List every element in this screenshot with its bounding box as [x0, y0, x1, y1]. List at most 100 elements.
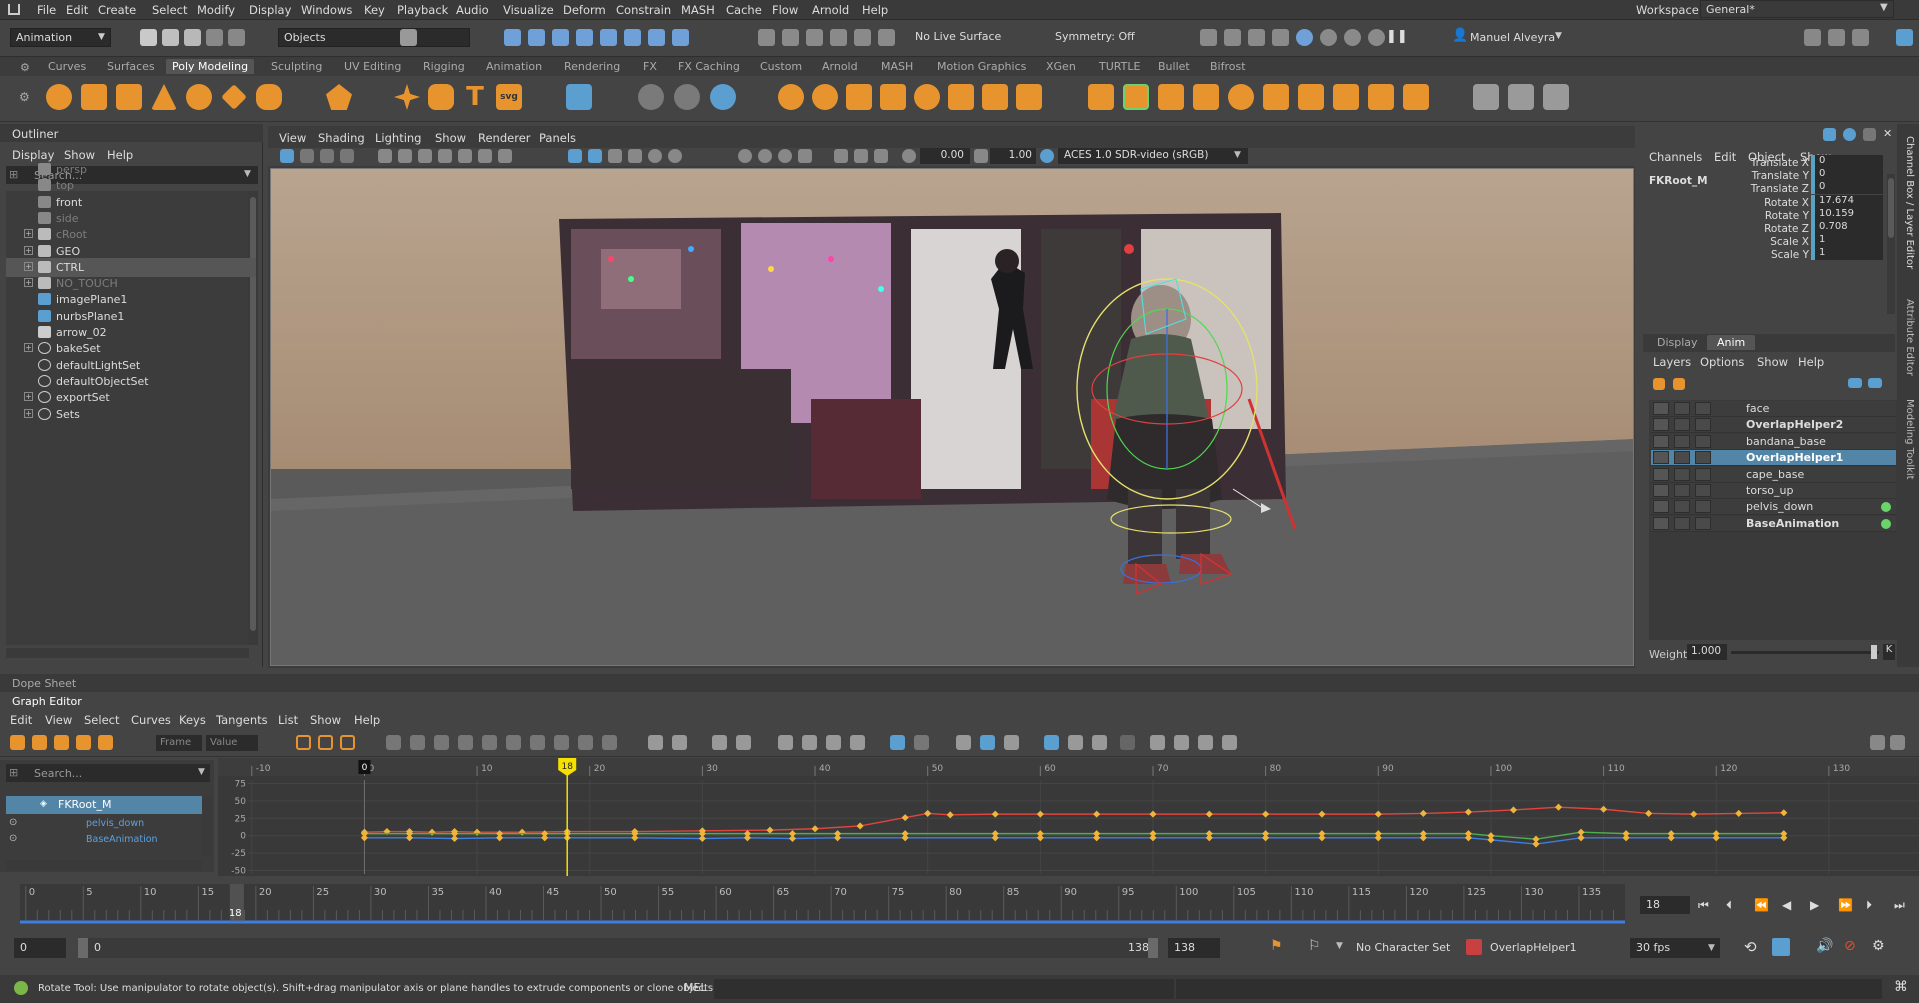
channel-name[interactable]: Scale X: [1770, 236, 1809, 248]
isolate-select-icon[interactable]: [834, 149, 848, 163]
expand-icon[interactable]: +: [24, 343, 33, 353]
shelf-tab-poly-modeling[interactable]: Poly Modeling: [166, 59, 255, 74]
select-deformation-icon[interactable]: [600, 29, 617, 46]
loop-icon[interactable]: ⟲: [1744, 938, 1757, 956]
channel-name[interactable]: Rotate Z: [1764, 223, 1809, 235]
fill-hole-icon[interactable]: [1016, 84, 1042, 110]
expand-icon[interactable]: +: [24, 245, 33, 255]
film-gate-icon[interactable]: [398, 149, 412, 163]
offset-edge-loop-icon[interactable]: [1298, 84, 1324, 110]
maya-home-icon[interactable]: [8, 4, 20, 15]
anim-layer-row[interactable]: cape_base: [1651, 466, 1896, 483]
expand-icon[interactable]: +: [24, 261, 33, 271]
anim-layer-row[interactable]: BaseAnimation: [1651, 515, 1896, 532]
paint-tool-icon[interactable]: [1473, 84, 1499, 110]
snap-view-plane-icon[interactable]: [830, 29, 847, 46]
layers-menu-help[interactable]: Help: [1798, 355, 1824, 369]
break-tangents-icon[interactable]: [482, 735, 497, 750]
render-frame-icon[interactable]: [1224, 29, 1241, 46]
shelf-tab-fx-caching[interactable]: FX Caching: [672, 59, 746, 74]
xray-icon[interactable]: [854, 149, 868, 163]
channel-name[interactable]: Rotate X: [1764, 197, 1809, 209]
move-nearest-key-icon[interactable]: [10, 735, 25, 750]
lock-tangent-weight-icon[interactable]: [554, 735, 569, 750]
outliner-item[interactable]: + Sets: [6, 405, 256, 424]
channel-row[interactable]: Scale Y1: [1643, 247, 1919, 263]
shelf-tab-surfaces[interactable]: Surfaces: [101, 59, 161, 74]
menu-edit[interactable]: Edit: [66, 3, 88, 17]
bookmark-icon[interactable]: ⚑: [1270, 938, 1283, 954]
weight-field[interactable]: 1.000: [1687, 644, 1727, 660]
step-tangent-icon[interactable]: [434, 735, 449, 750]
ipr-render-icon[interactable]: [1248, 29, 1265, 46]
channel-value[interactable]: 0: [1811, 155, 1883, 168]
grid-toggle-icon[interactable]: [378, 149, 392, 163]
select-joint-icon[interactable]: [528, 29, 545, 46]
swap-buffer-curve-icon[interactable]: [672, 735, 687, 750]
viewport-menu-shading[interactable]: Shading: [318, 131, 365, 145]
gate-mask-icon[interactable]: [438, 149, 452, 163]
channel-value[interactable]: 10.159: [1811, 207, 1883, 221]
mute-icon[interactable]: [1695, 484, 1711, 497]
lattice-deform-icon[interactable]: [54, 735, 69, 750]
viewport-menu-panels[interactable]: Panels: [539, 131, 576, 145]
svg-tool-icon[interactable]: svg: [496, 84, 522, 110]
anim-end-field[interactable]: 138: [1168, 938, 1220, 958]
lock-icon[interactable]: [1653, 418, 1669, 432]
graph-node-row[interactable]: ⊙ pelvis_down: [6, 816, 202, 832]
viewport-menu-renderer[interactable]: Renderer: [478, 131, 531, 145]
frame-field[interactable]: Frame: [156, 735, 202, 751]
layer-tab-display[interactable]: Display: [1647, 335, 1708, 350]
lock-icon[interactable]: [1653, 451, 1669, 465]
unify-tangents-icon[interactable]: [506, 735, 521, 750]
close-icon[interactable]: ✕: [1883, 127, 1892, 140]
solo-icon[interactable]: [1674, 434, 1690, 448]
solo-icon[interactable]: [1674, 500, 1690, 514]
pre-infinity-icon[interactable]: [890, 735, 905, 750]
pause-icon[interactable]: ❚❚: [1386, 29, 1408, 46]
user-name[interactable]: Manuel Alveyra: [1470, 31, 1555, 44]
new-layer-from-selected-icon[interactable]: [1673, 378, 1685, 390]
character-set-select[interactable]: No Character Set: [1356, 941, 1450, 954]
ge-menu-show[interactable]: Show: [310, 713, 341, 727]
separate-icon[interactable]: [812, 84, 838, 110]
gamma-field[interactable]: 1.00: [990, 148, 1036, 164]
buffer-curve-snapshot-icon[interactable]: [648, 735, 663, 750]
shelf-tab-custom[interactable]: Custom: [754, 59, 808, 74]
trax-editor-icon[interactable]: [1890, 735, 1905, 750]
time-slider[interactable]: 0 5 10 15 20 25 30 35 40 45 50 55 60 65 70 75 80 85 90 95 10…: [0, 880, 1919, 926]
graph-search[interactable]: ⊞ Search... ▼: [6, 764, 210, 782]
menu-modify[interactable]: Modify: [197, 3, 235, 17]
plateau-tangent-icon[interactable]: [458, 735, 473, 750]
shelf-tab-uv-editing[interactable]: UV Editing: [338, 59, 407, 74]
mute-icon[interactable]: [1695, 402, 1711, 415]
select-rendering-icon[interactable]: [648, 29, 665, 46]
workspace-select[interactable]: General*: [1700, 0, 1894, 18]
curve-filter-icon[interactable]: [1198, 735, 1213, 750]
shelf-tab-fx[interactable]: FX: [637, 59, 663, 74]
viewport-menu-lighting[interactable]: Lighting: [375, 131, 421, 145]
cycle-before-icon[interactable]: [778, 735, 793, 750]
graph-editor-curves[interactable]: -10 0 10 20 30 40 50 60 70 80 90 100 110 120 130 75 50 25…: [218, 758, 1919, 876]
select-handle-icon[interactable]: [504, 29, 521, 46]
select-curve-icon[interactable]: [552, 29, 569, 46]
layer-editor-icon[interactable]: [1863, 128, 1876, 141]
retime-tool-icon[interactable]: [98, 735, 113, 750]
mash-network-icon[interactable]: [566, 84, 592, 110]
menu-set-select[interactable]: Animation: [10, 28, 111, 47]
menu-constrain[interactable]: Constrain: [616, 3, 671, 17]
target-weld-icon[interactable]: [1123, 84, 1149, 110]
channel-value[interactable]: 0: [1811, 168, 1883, 182]
symmetry-field[interactable]: Symmetry: Off: [1050, 28, 1152, 47]
flat-tangent-icon[interactable]: [410, 735, 425, 750]
viewport-menu-show[interactable]: Show: [435, 131, 466, 145]
frame-playback-range-icon[interactable]: [1004, 735, 1019, 750]
step-back-key-icon[interactable]: ⏪: [1754, 898, 1769, 912]
key-weight-button[interactable]: K: [1883, 644, 1895, 660]
channel-name[interactable]: Translate Z: [1751, 183, 1809, 195]
anim-layer-row[interactable]: torso_up: [1651, 483, 1896, 499]
insert-edge-loop-icon[interactable]: [1263, 84, 1289, 110]
auto-tangent-icon[interactable]: [296, 735, 311, 750]
ge-menu-curves[interactable]: Curves: [131, 713, 171, 727]
super-shape-icon[interactable]: [394, 84, 420, 110]
